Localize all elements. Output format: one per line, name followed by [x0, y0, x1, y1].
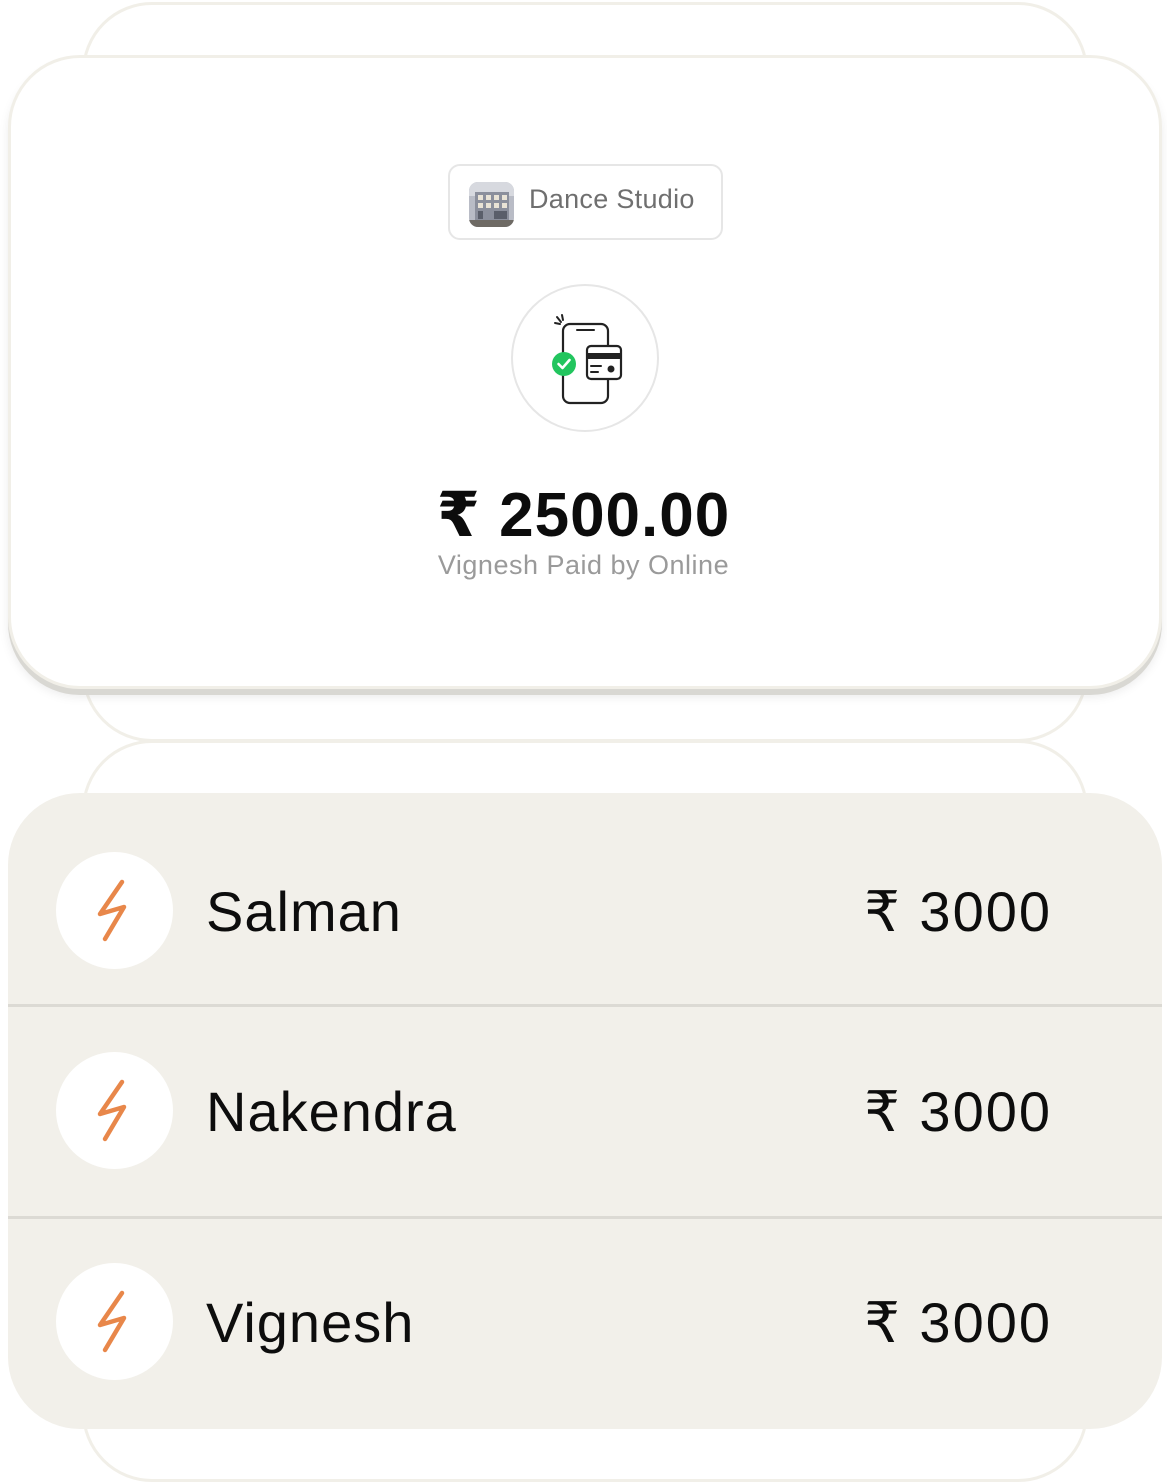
lightning-icon	[97, 1079, 127, 1142]
payment-subtitle: Vignesh Paid by Online	[437, 550, 730, 580]
mobile-payment-success-icon	[552, 314, 623, 405]
payer-amount: ₹ 3000	[864, 880, 1052, 943]
studio-thumbnail	[469, 182, 514, 227]
lightning-icon-badge	[56, 1052, 173, 1169]
payment-amount: ₹ 2500.00	[436, 481, 731, 550]
list-item[interactable]: Salman ₹ 3000	[8, 793, 1162, 1005]
payer-name: Nakendra	[206, 1080, 457, 1143]
list-item[interactable]: Vignesh ₹ 3000	[8, 1219, 1162, 1429]
list-item[interactable]: Nakendra ₹ 3000	[8, 1007, 1162, 1217]
payer-amount: ₹ 3000	[864, 1080, 1052, 1143]
payer-amount: ₹ 3000	[864, 1291, 1052, 1354]
studio-chip[interactable]: Dance Studio	[448, 164, 723, 240]
payments-list: Salman ₹ 3000 Nakendra ₹ 3000 Vignesh ₹ …	[8, 793, 1162, 1429]
payment-status-badge	[511, 284, 659, 432]
lightning-icon-badge	[56, 852, 173, 969]
payer-name: Salman	[206, 880, 402, 943]
lightning-icon	[97, 879, 127, 942]
lightning-icon	[97, 1290, 127, 1353]
lightning-icon-badge	[56, 1263, 173, 1380]
studio-name: Dance Studio	[529, 184, 695, 214]
payer-name: Vignesh	[206, 1291, 415, 1354]
